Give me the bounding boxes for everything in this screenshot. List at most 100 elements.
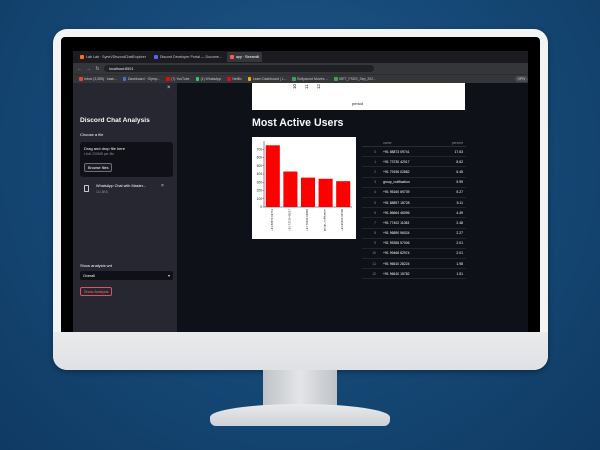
table-row: 5 +91 88897 18728 5.11: [362, 198, 466, 209]
bookmark-label: (7) YouTube: [171, 77, 190, 81]
tab-favicon-icon: [80, 55, 84, 59]
row-index: 2: [374, 169, 376, 174]
user-name: +91 73730 42017: [383, 159, 410, 164]
bookmark[interactable]: Netflix: [227, 77, 242, 81]
monitor-frame: Lab Lab · SyneVDiscordChatExplorer Disco…: [53, 29, 548, 370]
row-index: 11: [372, 261, 376, 266]
show-analysis-button[interactable]: Show Analysis: [80, 287, 113, 296]
bookmark[interactable]: (7) YouTube: [166, 77, 190, 81]
back-icon[interactable]: ←: [77, 66, 82, 72]
browser-tab[interactable]: Lab Lab · SyneVDiscordChatExplorer: [77, 52, 149, 62]
table-row: 1 +91 73730 42017 8.62: [362, 157, 466, 168]
timeline-chart-partial: 10 11 12 period: [252, 83, 465, 110]
timeline-xlabel: period: [352, 101, 364, 106]
user-name: +91 99468 82974: [383, 251, 410, 256]
user-name: +91 88873 09741: [383, 149, 410, 154]
bookmarks-bar: Inbox (3,555) · kash... Dashboard · Olym…: [73, 74, 528, 83]
row-index: 8: [374, 231, 376, 236]
y-tick-label: 300: [257, 180, 263, 184]
tab-label: app · Streamlit: [235, 55, 260, 59]
bookmark-icon: [195, 77, 200, 81]
x-tick-label: +91 73730 42017: [287, 209, 291, 231]
table-row: 7 +91 77402 11083 2.48: [362, 218, 466, 229]
bar: [300, 177, 316, 207]
table-header-percent[interactable]: percent: [432, 141, 466, 145]
close-sidebar-icon[interactable]: ×: [167, 85, 171, 91]
bookmark-icon: [166, 77, 170, 81]
bookmark[interactable]: Dashboard · Olymp...: [122, 77, 160, 81]
user-percent: 1.51: [456, 271, 463, 276]
bookmark[interactable]: Learn Dashboard | L...: [247, 77, 287, 81]
user-percent: 17.63: [454, 149, 464, 154]
bookmark-icon: [79, 77, 83, 81]
tab-favicon-icon: [153, 55, 158, 59]
user-name: group_notification: [383, 180, 410, 185]
row-index: 12: [372, 271, 376, 276]
table-row: 4 +91 95160 69739 5.27: [362, 188, 466, 198]
user-percent: 2.01: [456, 241, 463, 246]
x-tick-label: +91 95160 69739: [340, 209, 344, 231]
bar: [336, 181, 351, 207]
monitor-bezel: Lab Lab · SyneVDiscordChatExplorer Disco…: [61, 37, 540, 354]
uploaded-file: WhatsApp Chat with Master... 111.8KB ×: [80, 183, 173, 199]
bookmark[interactable]: Inbox (3,555) · kash...: [79, 77, 117, 81]
dropzone-title: Drag and drop file here: [84, 146, 125, 151]
forward-icon[interactable]: →: [86, 66, 91, 72]
x-tick-label: +91 79196 02882: [305, 209, 309, 231]
row-index: 0: [374, 149, 376, 154]
browser-tab[interactable]: Discord Developer Portal — Docume...: [151, 52, 225, 62]
bookmark-label: IBFT_FSDS_Sep_202...: [339, 77, 376, 81]
vpn-badge[interactable]: VPN: [514, 76, 528, 82]
user-name: +91 86664 46096: [383, 210, 410, 215]
x-tick-label: group_notification: [323, 209, 327, 232]
table-header: name percent: [362, 139, 466, 147]
bookmark[interactable]: IBFT_FSDS_Sep_202...: [334, 77, 376, 81]
bookmark[interactable]: (1) WhatsApp: [195, 77, 221, 81]
browser-tab-active[interactable]: app · Streamlit: [226, 52, 263, 62]
file-size: 111.8KB: [96, 190, 108, 194]
remove-file-icon[interactable]: ×: [161, 183, 164, 189]
user-percent: 6.45: [456, 169, 463, 174]
y-tick-label: 0: [260, 205, 262, 209]
browse-files-button[interactable]: Browse files: [84, 163, 113, 172]
user-name: +91 96890 96024: [383, 231, 410, 236]
user-percent: 1.98: [456, 261, 463, 266]
table-row: 2 +91 79196 02882 6.45: [362, 167, 466, 178]
x-tick-label: +91 88873 09741: [270, 209, 274, 231]
y-tick-label: 200: [257, 189, 263, 193]
table-row: 10 +91 99468 82974 2.01: [362, 249, 466, 260]
bookmark-label: Learn Dashboard | L...: [252, 77, 287, 81]
user-name: +91 95355 57006: [383, 241, 410, 246]
table-row: 9 +91 95355 57006 2.01: [362, 239, 466, 249]
address-text: localhost:8501: [109, 66, 134, 71]
timeline-tick: 10: [292, 84, 297, 90]
monitor-stand-base: [210, 404, 390, 426]
table-body: 0 +91 88873 09741 17.63 1 +91 73730 42017 8.6…: [362, 147, 466, 280]
monitor-stand-neck: [263, 370, 337, 406]
user-percent: 2.48: [456, 220, 463, 225]
row-index: 6: [374, 210, 376, 215]
bookmark[interactable]: Bollywood Movies ...: [292, 77, 328, 81]
bookmark-icon: [292, 77, 296, 81]
address-bar[interactable]: localhost:8501: [104, 65, 374, 72]
user-name: +91 95160 69739: [383, 190, 410, 195]
file-dropzone[interactable]: Drag and drop file here Limit 200MB per …: [80, 142, 173, 177]
analysis-select[interactable]: Overall ▾: [80, 271, 173, 280]
y-tick-label: 100: [257, 197, 263, 201]
table-row: 6 +91 86664 46096 4.49: [362, 208, 466, 219]
user-percent: 5.11: [456, 200, 463, 205]
user-percent: 5.27: [456, 190, 463, 195]
bookmark-label: Inbox (3,555) · kash...: [84, 77, 117, 81]
section-title: Most Active Users: [252, 117, 344, 129]
y-tick-label: 700: [257, 147, 263, 151]
timeline-tick: 11: [304, 84, 309, 90]
table-header-name[interactable]: name: [380, 141, 432, 145]
user-name: +91 96610 15782: [383, 271, 410, 276]
file-icon: [84, 185, 89, 192]
timeline-ticks: 10 11 12: [292, 84, 321, 89]
reload-icon[interactable]: ↻: [95, 66, 100, 72]
screen: Lab Lab · SyneVDiscordChatExplorer Disco…: [73, 51, 528, 341]
bar: [283, 171, 298, 207]
y-tick-label: 400: [257, 172, 263, 176]
table-row: 11 +91 96610 28224 1.98: [362, 259, 466, 270]
